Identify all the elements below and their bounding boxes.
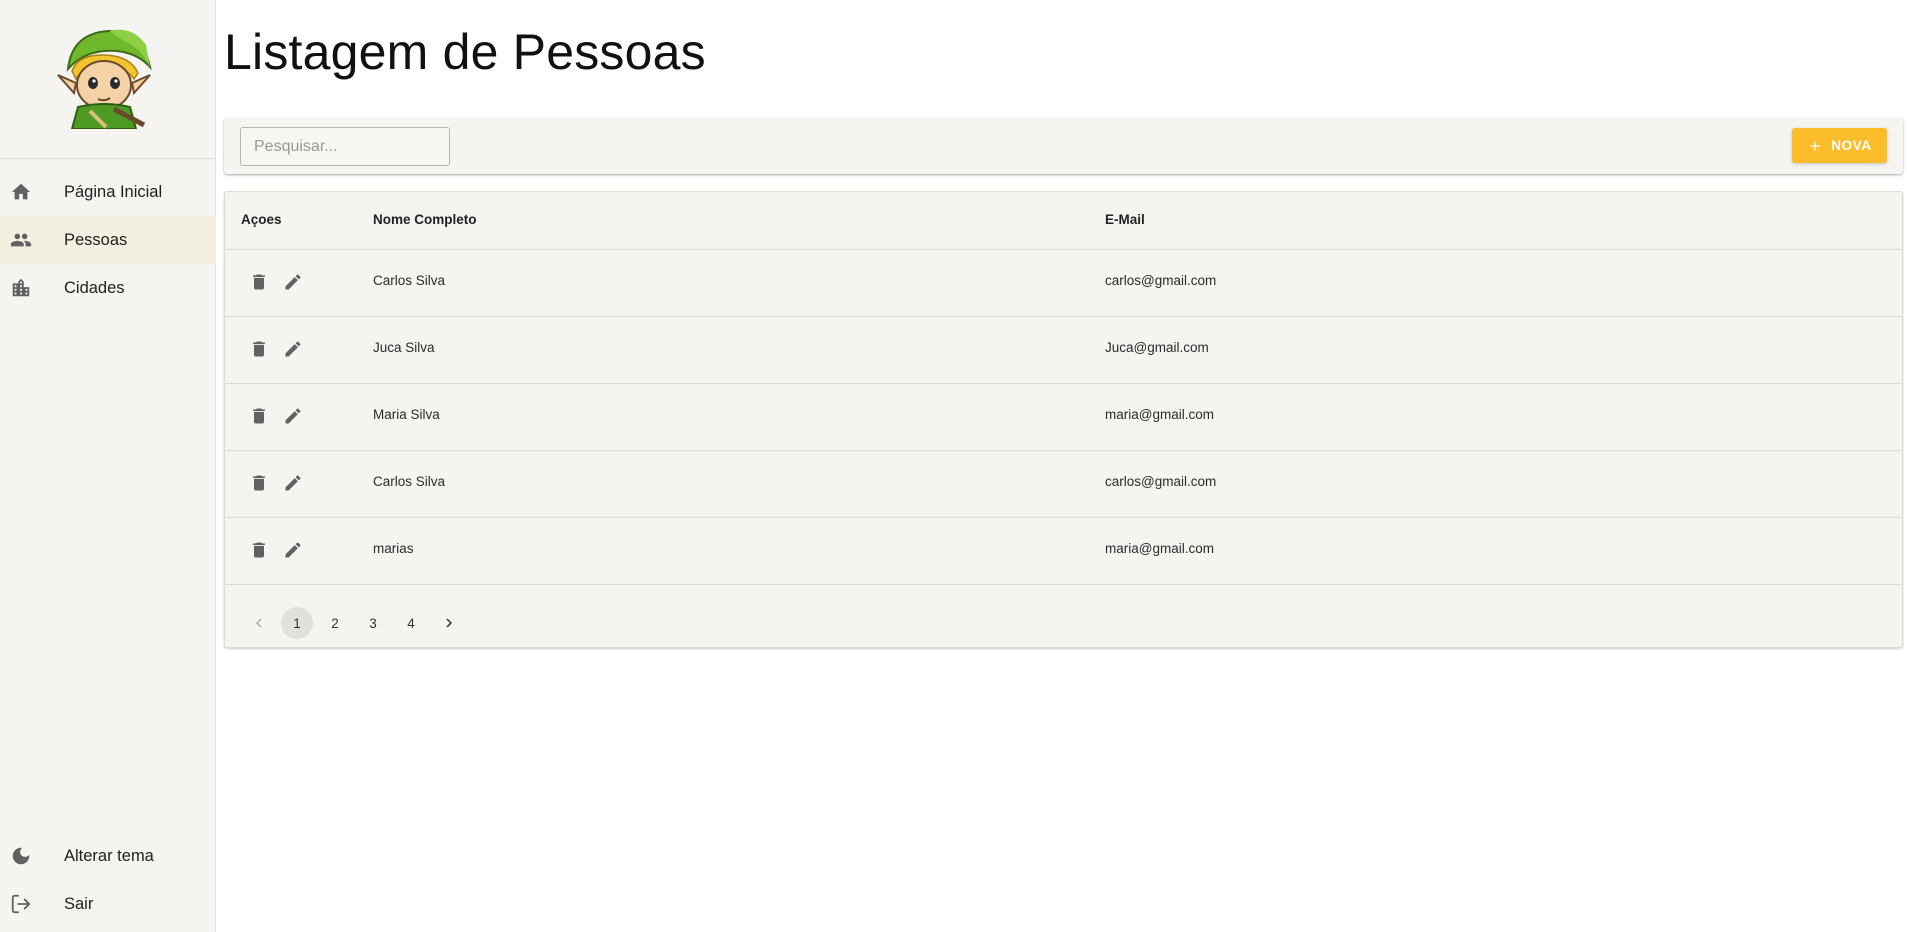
- page-button-3[interactable]: 3: [357, 607, 389, 639]
- people-icon: [10, 229, 32, 251]
- table-header: Açoes Nome Completo E-Mail: [225, 192, 1902, 250]
- edit-icon[interactable]: [281, 270, 305, 294]
- sidebar-item-label: Pessoas: [64, 230, 128, 249]
- next-page-button[interactable]: [433, 607, 465, 639]
- cell-email: maria@gmail.com: [1105, 407, 1214, 422]
- page-title: Listagem de Pessoas: [224, 24, 706, 80]
- people-table: Açoes Nome Completo E-Mail Carlos Silva …: [224, 191, 1903, 648]
- toolbar: NOVA: [224, 118, 1903, 174]
- new-button-label: NOVA: [1831, 138, 1872, 153]
- table-row: Carlos Silva carlos@gmail.com: [225, 450, 1902, 518]
- header-email: E-Mail: [1105, 212, 1145, 227]
- chevron-left-icon: [256, 618, 262, 628]
- cell-name: marias: [373, 541, 414, 556]
- edit-icon[interactable]: [281, 404, 305, 428]
- prev-page-button[interactable]: [243, 607, 275, 639]
- chevron-right-icon: [446, 618, 452, 628]
- cell-email: Juca@gmail.com: [1105, 340, 1209, 355]
- cell-email: carlos@gmail.com: [1105, 474, 1217, 489]
- plus-icon: [1810, 140, 1820, 151]
- header-actions: Açoes: [241, 212, 282, 227]
- search-input[interactable]: [240, 127, 450, 166]
- cell-name: Juca Silva: [373, 340, 435, 355]
- sidebar-item-cidades[interactable]: Cidades: [0, 264, 216, 312]
- page-button-2[interactable]: 2: [319, 607, 351, 639]
- sidebar-item-label: Cidades: [64, 278, 125, 297]
- moon-icon: [10, 845, 32, 867]
- cell-email: carlos@gmail.com: [1105, 273, 1217, 288]
- sidebar-item-label: Alterar tema: [64, 846, 154, 865]
- main-content: Listagem de Pessoas NOVA Açoes Nome Comp…: [216, 0, 1907, 932]
- delete-icon[interactable]: [247, 404, 271, 428]
- sidebar-item-pagina-inicial[interactable]: Página Inicial: [0, 168, 216, 216]
- avatar: [57, 29, 152, 129]
- sidebar-item-alterar-tema[interactable]: Alterar tema: [0, 832, 216, 880]
- logout-icon: [10, 893, 32, 915]
- delete-icon[interactable]: [247, 471, 271, 495]
- delete-icon[interactable]: [247, 538, 271, 562]
- avatar-area: [0, 0, 215, 159]
- home-icon: [10, 181, 32, 203]
- cell-name: Carlos Silva: [373, 474, 446, 489]
- sidebar-item-pessoas[interactable]: Pessoas: [0, 216, 216, 264]
- header-name: Nome Completo: [373, 212, 477, 227]
- table-row: marias maria@gmail.com: [225, 517, 1902, 585]
- sidebar: Página Inicial Pessoas Cidades Alterar t…: [0, 0, 216, 932]
- cell-email: maria@gmail.com: [1105, 541, 1214, 556]
- table-row: Carlos Silva carlos@gmail.com: [225, 249, 1902, 317]
- edit-icon[interactable]: [281, 538, 305, 562]
- sidebar-item-label: Sair: [64, 894, 94, 913]
- cell-name: Maria Silva: [373, 407, 440, 422]
- pagination: 1 2 3 4: [225, 594, 1902, 648]
- cell-name: Carlos Silva: [373, 273, 446, 288]
- edit-icon[interactable]: [281, 471, 305, 495]
- sidebar-item-sair[interactable]: Sair: [0, 880, 216, 928]
- delete-icon[interactable]: [247, 270, 271, 294]
- table-row: Juca Silva Juca@gmail.com: [225, 316, 1902, 384]
- sidebar-item-label: Página Inicial: [64, 182, 163, 201]
- delete-icon[interactable]: [247, 337, 271, 361]
- new-button[interactable]: NOVA: [1792, 128, 1887, 163]
- page-button-4[interactable]: 4: [395, 607, 427, 639]
- city-icon: [10, 277, 32, 299]
- page-button-1[interactable]: 1: [281, 607, 313, 639]
- table-row: Maria Silva maria@gmail.com: [225, 383, 1902, 451]
- edit-icon[interactable]: [281, 337, 305, 361]
